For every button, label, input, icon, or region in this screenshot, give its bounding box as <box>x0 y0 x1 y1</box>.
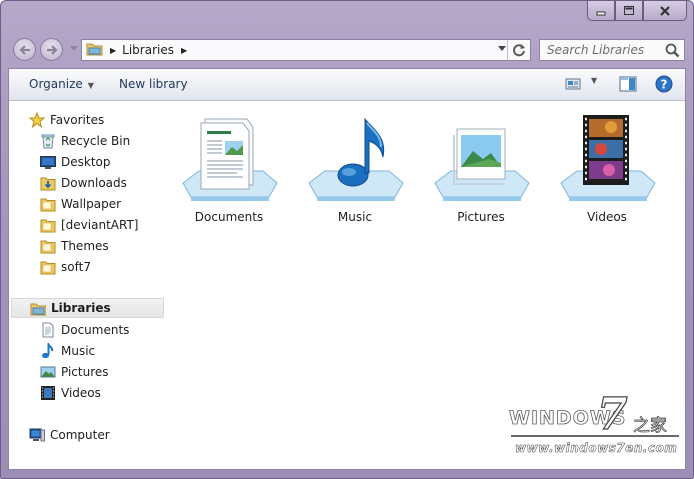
search-input[interactable]: Search Libraries <box>539 39 685 61</box>
music-icon <box>40 343 56 359</box>
libraries-folder-icon <box>30 300 46 316</box>
preview-pane-icon[interactable] <box>619 76 637 95</box>
libraries-folder-icon <box>86 41 103 59</box>
new-library-button[interactable]: New library <box>119 77 188 91</box>
address-history-dropdown-icon[interactable] <box>498 46 506 52</box>
breadcrumb-separator[interactable]: ▶ <box>110 46 116 55</box>
close-button[interactable] <box>643 1 687 21</box>
navigation-bar: ▶ Libraries ▶ Search Libraries <box>9 37 685 63</box>
nav-item-downloads[interactable]: Downloads <box>40 173 127 193</box>
nav-item-soft7[interactable]: soft7 <box>40 257 91 277</box>
nav-favorites-label: Favorites <box>50 113 105 127</box>
library-pictures[interactable]: Pictures <box>426 113 536 224</box>
nav-item-videos[interactable]: Videos <box>40 383 101 403</box>
nav-item-label: Desktop <box>61 155 111 169</box>
nav-item-label: [deviantART] <box>61 218 139 232</box>
desktop-icon <box>40 154 56 170</box>
nav-item-recycle-bin[interactable]: Recycle Bin <box>40 131 130 151</box>
watermark-divider <box>511 435 679 437</box>
folder-icon <box>40 217 56 233</box>
folder-icon <box>40 238 56 254</box>
recycle-bin-icon <box>40 133 56 149</box>
library-videos[interactable]: Videos <box>552 113 662 224</box>
nav-item-label: Music <box>61 344 96 358</box>
svg-text:?: ? <box>661 78 668 92</box>
nav-item-label: Downloads <box>61 176 127 190</box>
nav-item-documents[interactable]: Documents <box>40 320 129 340</box>
pictures-library-icon <box>434 128 530 201</box>
watermark-chinese: 之家 <box>633 416 668 437</box>
library-label: Documents <box>194 210 264 224</box>
forward-arrow-icon <box>46 44 58 55</box>
view-options-dropdown-icon[interactable]: ▼ <box>591 76 597 85</box>
library-label: Music <box>337 210 373 224</box>
organize-menu[interactable]: Organize ▼ <box>29 77 94 91</box>
windows7en-watermark: WINDOWS 7 之家 www.windows7en.com <box>501 388 691 461</box>
refresh-button[interactable] <box>507 40 530 60</box>
forward-button[interactable] <box>40 38 63 61</box>
minimize-button[interactable] <box>587 1 615 21</box>
address-bar[interactable]: ▶ Libraries ▶ <box>81 39 531 61</box>
library-documents[interactable]: Documents <box>174 113 284 224</box>
library-label: Pictures <box>457 210 505 224</box>
nav-item-deviantart[interactable]: [deviantART] <box>40 215 138 235</box>
pictures-icon <box>40 364 56 380</box>
breadcrumb-libraries[interactable]: Libraries <box>122 43 174 57</box>
close-icon <box>660 5 670 16</box>
downloads-folder-icon <box>40 175 56 191</box>
organize-label: Organize <box>29 77 83 91</box>
computer-icon <box>29 427 45 443</box>
documents-icon <box>40 322 56 338</box>
nav-item-label: Recycle Bin <box>61 134 131 148</box>
nav-item-label: Pictures <box>61 365 109 379</box>
nav-item-wallpaper[interactable]: Wallpaper <box>40 194 121 214</box>
nav-libraries-label: Libraries <box>51 301 111 315</box>
music-library-icon <box>308 117 404 201</box>
change-view-icon[interactable] <box>565 77 581 94</box>
nav-item-label: soft7 <box>61 260 91 274</box>
navigation-pane: Favorites Recycle Bin Desktop Downloads <box>9 101 166 469</box>
nav-item-music[interactable]: Music <box>40 341 95 361</box>
nav-item-label: Themes <box>61 239 109 253</box>
library-music[interactable]: Music <box>300 113 410 224</box>
maximize-icon <box>624 6 634 15</box>
videos-icon <box>40 385 56 401</box>
watermark-seven: 7 <box>596 388 628 440</box>
folder-icon <box>40 196 56 212</box>
minimize-icon <box>596 11 606 15</box>
breadcrumb-trailing-separator[interactable]: ▶ <box>181 46 187 55</box>
videos-library-icon <box>560 115 656 201</box>
nav-favorites[interactable]: Favorites <box>29 110 104 130</box>
nav-item-pictures[interactable]: Pictures <box>40 362 109 382</box>
search-placeholder: Search Libraries <box>547 43 645 57</box>
caption-buttons <box>587 1 687 21</box>
organize-dropdown-icon: ▼ <box>87 81 94 90</box>
nav-computer[interactable]: Computer <box>29 425 110 445</box>
recent-pages-dropdown-icon[interactable] <box>70 46 78 52</box>
nav-item-themes[interactable]: Themes <box>40 236 109 256</box>
nav-item-label: Videos <box>61 386 101 400</box>
library-label: Videos <box>587 210 627 224</box>
nav-item-label: Documents <box>61 323 130 337</box>
nav-libraries[interactable]: Libraries <box>11 298 164 318</box>
explorer-window: ▶ Libraries ▶ Search Libraries Organize ▼… <box>0 0 694 479</box>
back-arrow-icon <box>18 44 30 55</box>
documents-library-icon <box>182 118 278 201</box>
folder-icon <box>40 259 56 275</box>
favorites-star-icon <box>29 112 45 128</box>
nav-computer-label: Computer <box>50 428 110 442</box>
watermark-url: www.windows7en.com <box>515 441 678 456</box>
nav-item-label: Wallpaper <box>61 197 122 211</box>
back-button[interactable] <box>13 38 36 61</box>
maximize-button[interactable] <box>615 1 643 21</box>
refresh-icon <box>513 44 525 57</box>
nav-item-desktop[interactable]: Desktop <box>40 152 111 172</box>
command-bar: Organize ▼ New library ▼ ? <box>9 69 685 101</box>
search-icon[interactable] <box>665 43 680 58</box>
help-icon[interactable]: ? <box>655 75 673 96</box>
